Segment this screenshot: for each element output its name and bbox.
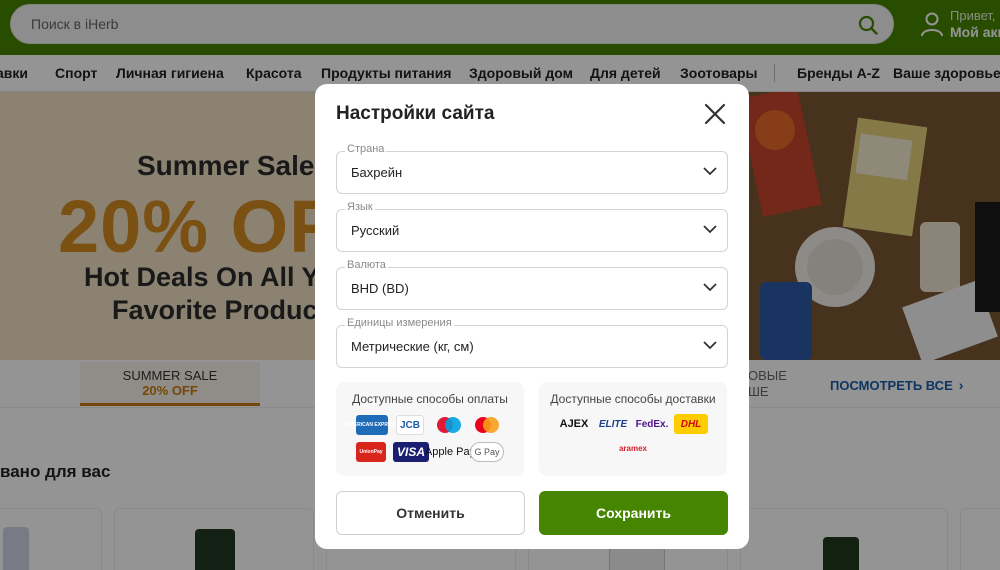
close-icon[interactable]: [701, 100, 729, 128]
country-label: Страна: [345, 143, 387, 155]
elite-logo: ELITE: [598, 418, 628, 430]
mastercard-logo: [472, 415, 502, 435]
visa-logo: VISA: [393, 442, 429, 462]
dhl-logo: DHL: [674, 414, 708, 434]
currency-select[interactable]: Валюта BHD (BD): [336, 259, 728, 310]
maestro-logo: [434, 415, 464, 435]
aramex-logo: aramex: [618, 443, 648, 453]
country-select[interactable]: Страна Бахрейн: [336, 143, 728, 194]
country-value: Бахрейн: [351, 165, 403, 180]
language-label: Язык: [345, 201, 375, 213]
chevron-down-icon: [703, 167, 717, 176]
apple-pay-logo: Apple Pay: [424, 446, 476, 458]
units-label: Единицы измерения: [345, 317, 454, 329]
units-value: Метрические (кг, см): [351, 339, 474, 354]
cancel-button[interactable]: Отменить: [336, 491, 525, 535]
jcb-logo: JCB: [396, 415, 424, 435]
currency-label: Валюта: [345, 259, 388, 271]
dialog-title: Настройки сайта: [336, 103, 495, 124]
google-pay-logo: G Pay: [470, 442, 504, 462]
chevron-down-icon: [703, 283, 717, 292]
unionpay-logo: UnionPay: [356, 442, 386, 462]
delivery-methods-panel: Доступные способы доставки AJEX ELITE Fe…: [539, 382, 727, 476]
language-value: Русский: [351, 223, 400, 238]
delivery-methods-title: Доступные способы доставки: [550, 392, 716, 406]
site-settings-dialog: Настройки сайта Страна Бахрейн Язык Русс…: [315, 84, 749, 549]
chevron-down-icon: [703, 341, 717, 350]
ajex-logo: AJEX: [559, 418, 589, 430]
language-select[interactable]: Язык Русский: [336, 201, 728, 252]
chevron-down-icon: [703, 225, 717, 234]
currency-value: BHD (BD): [351, 281, 409, 296]
payment-methods-title: Доступные способы оплаты: [352, 392, 508, 406]
payment-methods-panel: Доступные способы оплаты AMERICAN EXPRES…: [336, 382, 524, 476]
units-select[interactable]: Единицы измерения Метрические (кг, см): [336, 317, 728, 368]
fedex-logo: FedEx.: [635, 418, 669, 430]
amex-logo: AMERICAN EXPRESS: [346, 415, 398, 435]
save-button[interactable]: Сохранить: [539, 491, 728, 535]
